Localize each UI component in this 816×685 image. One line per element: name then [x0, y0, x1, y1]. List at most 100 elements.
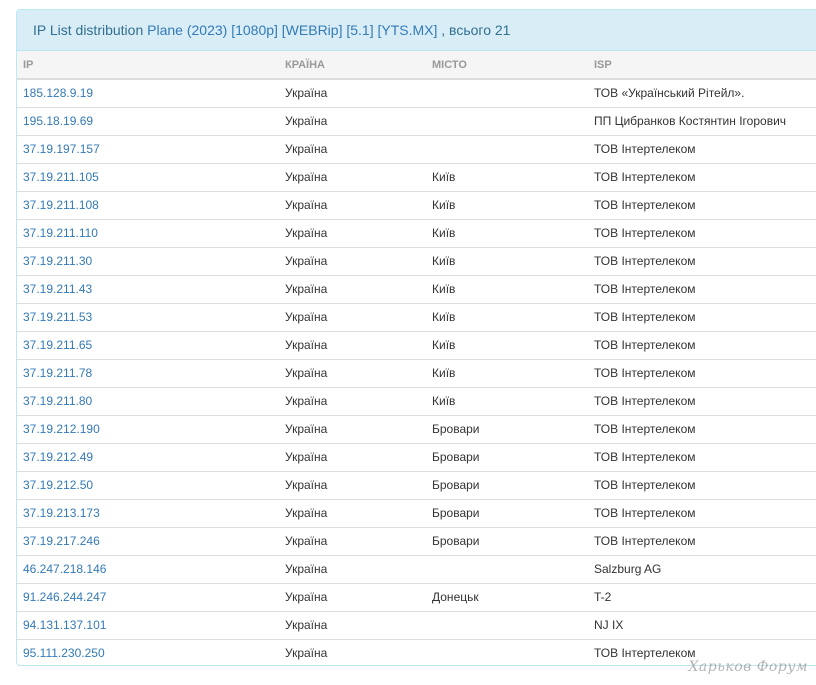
table-row: 37.19.211.108 Україна Київ ТОВ Інтертелеком	[17, 190, 816, 219]
ip-cell: 37.19.211.78	[17, 358, 279, 387]
ip-link[interactable]: 37.19.211.65	[23, 338, 92, 352]
country-cell: Україна	[279, 526, 426, 555]
country-cell: Україна	[279, 386, 426, 415]
country-cell: Україна	[279, 134, 426, 163]
forum-watermark: Харьков Форум	[688, 659, 808, 675]
isp-cell: T-2	[588, 582, 816, 611]
ip-cell: 37.19.212.190	[17, 414, 279, 443]
table-row: 37.19.213.173 Україна Бровари ТОВ Інтертеле…	[17, 498, 816, 527]
panel-title-total: , всього 21	[441, 22, 511, 38]
ip-cell: 37.19.211.30	[17, 246, 279, 275]
city-cell: Київ	[426, 274, 588, 303]
panel-title-prefix: IP List distribution	[33, 22, 144, 38]
table-row: 37.19.197.157 Україна ТОВ Інтертелеком	[17, 134, 816, 163]
city-cell	[426, 610, 588, 639]
country-cell: Україна	[279, 302, 426, 331]
isp-cell: Salzburg AG	[588, 554, 816, 583]
city-cell	[426, 554, 588, 583]
ip-list-panel: IP List distribution Plane (2023) [1080p…	[16, 9, 816, 666]
ip-link[interactable]: 195.18.19.69	[23, 114, 93, 128]
table-row: 37.19.211.78 Україна Київ ТОВ Інтертелеком	[17, 358, 816, 387]
ip-table: IP КРАЇНА МІСТО ISP 185.128.9.19 Україна Т…	[17, 51, 816, 665]
table-row: 91.246.244.247 Україна Донецьк T-2	[17, 582, 816, 611]
torrent-link[interactable]: Plane (2023) [1080p] [WEBRip] [5.1] [YTS…	[147, 22, 437, 38]
country-cell: Україна	[279, 106, 426, 135]
ip-cell: 46.247.218.146	[17, 554, 279, 583]
ip-link[interactable]: 37.19.211.43	[23, 282, 92, 296]
ip-link[interactable]: 185.128.9.19	[23, 86, 93, 100]
city-cell: Київ	[426, 302, 588, 331]
country-cell: Україна	[279, 610, 426, 639]
isp-cell: ТОВ Інтертелеком	[588, 134, 816, 163]
city-cell: Бровари	[426, 414, 588, 443]
column-header-ip: IP	[17, 51, 279, 80]
table-row: 37.19.212.190 Україна Бровари ТОВ Інтертеле…	[17, 414, 816, 443]
ip-link[interactable]: 37.19.212.50	[23, 478, 93, 492]
city-cell: Київ	[426, 246, 588, 275]
ip-link[interactable]: 37.19.211.30	[23, 254, 92, 268]
city-cell: Київ	[426, 358, 588, 387]
ip-cell: 94.131.137.101	[17, 610, 279, 639]
country-cell: Україна	[279, 554, 426, 583]
ip-link[interactable]: 94.131.137.101	[23, 618, 106, 632]
isp-cell: ТОВ Інтертелеком	[588, 442, 816, 471]
city-cell: Бровари	[426, 470, 588, 499]
table-row: 46.247.218.146 Україна Salzburg AG	[17, 554, 816, 583]
column-header-city: МІСТО	[426, 51, 588, 80]
table-row: 37.19.211.80 Україна Київ ТОВ Інтертелеком	[17, 386, 816, 415]
ip-cell: 95.111.230.250	[17, 638, 279, 665]
ip-link[interactable]: 37.19.211.78	[23, 366, 92, 380]
isp-cell: ТОВ «Український Рітейл».	[588, 78, 816, 107]
ip-link[interactable]: 37.19.212.190	[23, 422, 100, 436]
panel-heading: IP List distribution Plane (2023) [1080p…	[17, 10, 816, 51]
isp-cell: ТОВ Інтертелеком	[588, 470, 816, 499]
column-header-isp: ISP	[588, 51, 816, 80]
ip-cell: 37.19.211.65	[17, 330, 279, 359]
isp-cell: ТОВ Інтертелеком	[588, 358, 816, 387]
ip-link[interactable]: 46.247.218.146	[23, 562, 106, 576]
isp-cell: ТОВ Інтертелеком	[588, 190, 816, 219]
city-cell: Бровари	[426, 498, 588, 527]
country-cell: Україна	[279, 470, 426, 499]
ip-link[interactable]: 37.19.211.110	[23, 226, 98, 240]
ip-link[interactable]: 37.19.211.105	[23, 170, 99, 184]
isp-cell: ПП Цибранков Костянтин Ігорович	[588, 106, 816, 135]
ip-cell: 195.18.19.69	[17, 106, 279, 135]
city-cell: Бровари	[426, 526, 588, 555]
ip-link[interactable]: 37.19.217.246	[23, 534, 100, 548]
table-row: 94.131.137.101 Україна NJ IX	[17, 610, 816, 639]
city-cell	[426, 78, 588, 107]
isp-cell: NJ IX	[588, 610, 816, 639]
table-row: 37.19.211.53 Україна Київ ТОВ Інтертелеком	[17, 302, 816, 331]
country-cell: Україна	[279, 78, 426, 107]
table-row: 37.19.211.110 Україна Київ ТОВ Інтертелеком	[17, 218, 816, 247]
city-cell: Донецьк	[426, 582, 588, 611]
ip-link[interactable]: 37.19.197.157	[23, 142, 100, 156]
ip-link[interactable]: 37.19.211.80	[23, 394, 92, 408]
table-header-row: IP КРАЇНА МІСТО ISP	[17, 51, 816, 80]
ip-link[interactable]: 95.111.230.250	[23, 646, 105, 660]
ip-cell: 37.19.197.157	[17, 134, 279, 163]
ip-link[interactable]: 37.19.212.49	[23, 450, 93, 464]
table-row: 37.19.212.50 Україна Бровари ТОВ Інтертелек…	[17, 470, 816, 499]
country-cell: Україна	[279, 498, 426, 527]
table-row: 185.128.9.19 Україна ТОВ «Український Ріте…	[17, 78, 816, 107]
ip-cell: 37.19.212.50	[17, 470, 279, 499]
ip-link[interactable]: 37.19.211.108	[23, 198, 99, 212]
city-cell: Київ	[426, 190, 588, 219]
isp-cell: ТОВ Інтертелеком	[588, 302, 816, 331]
table-row: 37.19.211.105 Україна Київ ТОВ Інтертелеком	[17, 162, 816, 191]
isp-cell: ТОВ Інтертелеком	[588, 274, 816, 303]
ip-link[interactable]: 37.19.213.173	[23, 506, 100, 520]
city-cell: Київ	[426, 330, 588, 359]
city-cell	[426, 134, 588, 163]
country-cell: Україна	[279, 162, 426, 191]
ip-link[interactable]: 37.19.211.53	[23, 310, 92, 324]
isp-cell: ТОВ Інтертелеком	[588, 162, 816, 191]
ip-cell: 37.19.211.110	[17, 218, 279, 247]
country-cell: Україна	[279, 190, 426, 219]
table-row: 37.19.212.49 Україна Бровари ТОВ Інтертелек…	[17, 442, 816, 471]
country-cell: Україна	[279, 330, 426, 359]
country-cell: Україна	[279, 218, 426, 247]
ip-link[interactable]: 91.246.244.247	[23, 590, 106, 604]
